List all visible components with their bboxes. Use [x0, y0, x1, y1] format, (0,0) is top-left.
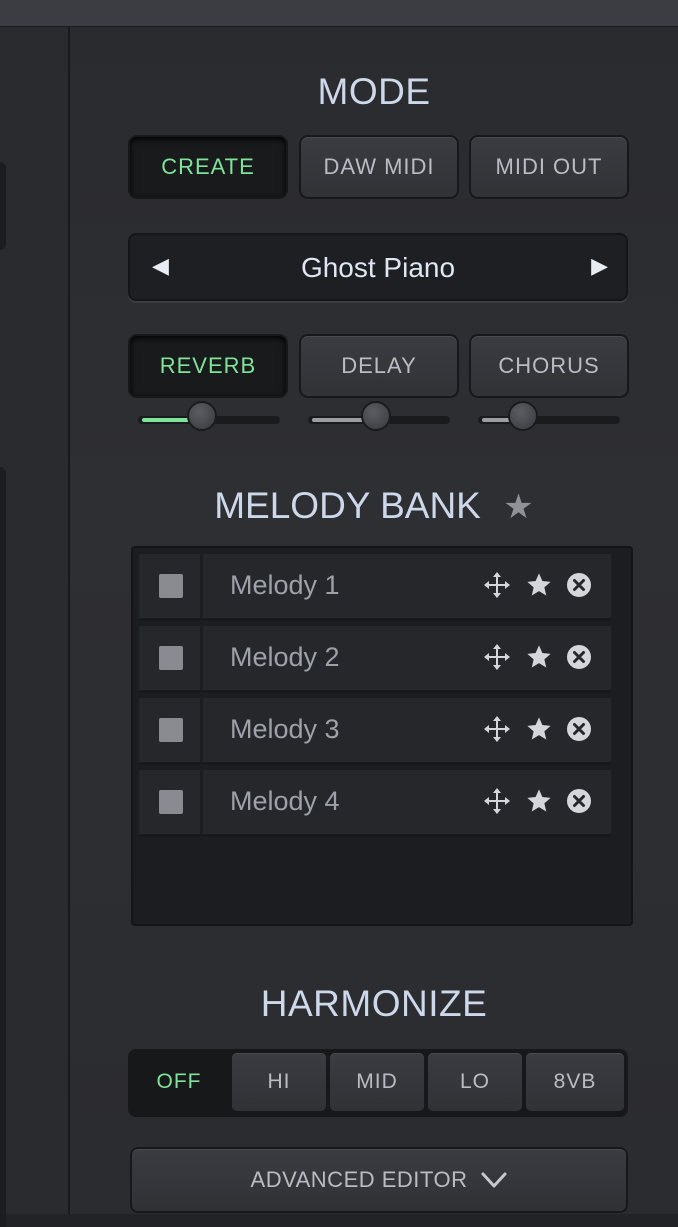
move-icon[interactable] [482, 786, 512, 816]
melody-checkbox[interactable] [159, 790, 183, 814]
next-instrument-icon[interactable]: ▶ [591, 253, 608, 279]
melody-checkbox[interactable] [159, 574, 183, 598]
star-icon[interactable] [524, 786, 554, 816]
melody-checkbox-cell [139, 554, 203, 618]
melody-checkbox[interactable] [159, 646, 183, 670]
melody-row[interactable]: Melody 3 [139, 698, 611, 765]
instrument-selector: ◀ Ghost Piano ▶ [128, 233, 628, 301]
move-icon[interactable] [482, 642, 512, 672]
delay-slider[interactable] [308, 401, 450, 431]
melody-checkbox[interactable] [159, 718, 183, 742]
melody-label: Melody 4 [230, 786, 340, 816]
harmonize-8vb-button[interactable]: 8VB [526, 1053, 624, 1111]
melody-bank-list: Melody 1 Melody 2 Melody 3 Melody 4 [131, 546, 633, 926]
mode-heading: MODE [317, 71, 431, 112]
mode-daw-midi-button[interactable]: DAW MIDI [299, 135, 459, 199]
delete-icon[interactable] [564, 642, 594, 672]
chorus-slider[interactable] [478, 401, 620, 431]
advanced-editor-label: ADVANCED EDITOR [250, 1167, 468, 1192]
melody-row[interactable]: Melody 2 [139, 626, 611, 693]
melody-label: Melody 2 [230, 642, 340, 672]
control-panel: MODE CREATE DAW MIDI MIDI OUT ◀ Ghost Pi… [70, 27, 678, 1214]
melody-checkbox-cell [139, 626, 203, 690]
move-icon[interactable] [482, 570, 512, 600]
left-sidebar [0, 27, 70, 1227]
sidebar-panel [0, 467, 6, 1227]
delay-button[interactable]: DELAY [299, 334, 459, 398]
star-icon[interactable] [524, 570, 554, 600]
chevron-down-icon [481, 1172, 507, 1188]
melody-checkbox-cell [139, 698, 203, 762]
melody-checkbox-cell [139, 770, 203, 834]
reverb-slider[interactable] [138, 401, 280, 431]
chorus-slider-knob[interactable] [508, 401, 538, 431]
chorus-button[interactable]: CHORUS [469, 334, 629, 398]
melody-row[interactable]: Melody 4 [139, 770, 611, 837]
reverb-slider-knob[interactable] [187, 401, 217, 431]
delay-slider-knob[interactable] [361, 401, 391, 431]
star-icon[interactable] [524, 642, 554, 672]
advanced-editor-button[interactable]: ADVANCED EDITOR [130, 1147, 628, 1213]
harmonize-heading: HARMONIZE [260, 983, 488, 1024]
star-icon[interactable] [524, 714, 554, 744]
mode-create-button[interactable]: CREATE [128, 135, 288, 199]
melody-bank-header: MELODY BANK ★ [70, 485, 678, 527]
delete-icon[interactable] [564, 570, 594, 600]
harmonize-selector: OFF HI MID LO 8VB [128, 1049, 628, 1117]
reverb-button[interactable]: REVERB [128, 334, 288, 398]
sidebar-tab[interactable] [0, 162, 6, 250]
top-bar [0, 0, 678, 27]
mode-midi-out-button[interactable]: MIDI OUT [469, 135, 629, 199]
melody-bank-heading: MELODY BANK [214, 485, 481, 526]
harmonize-off-button[interactable]: OFF [132, 1053, 226, 1111]
harmonize-hi-button[interactable]: HI [232, 1053, 326, 1111]
favorites-star-icon[interactable]: ★ [503, 488, 533, 526]
delete-icon[interactable] [564, 714, 594, 744]
instrument-name: Ghost Piano [300, 252, 456, 283]
melody-label: Melody 1 [230, 570, 340, 600]
delete-icon[interactable] [564, 786, 594, 816]
harmonize-lo-button[interactable]: LO [428, 1053, 522, 1111]
melody-label: Melody 3 [230, 714, 340, 744]
harmonize-mid-button[interactable]: MID [330, 1053, 424, 1111]
move-icon[interactable] [482, 714, 512, 744]
melody-row[interactable]: Melody 1 [139, 554, 611, 621]
